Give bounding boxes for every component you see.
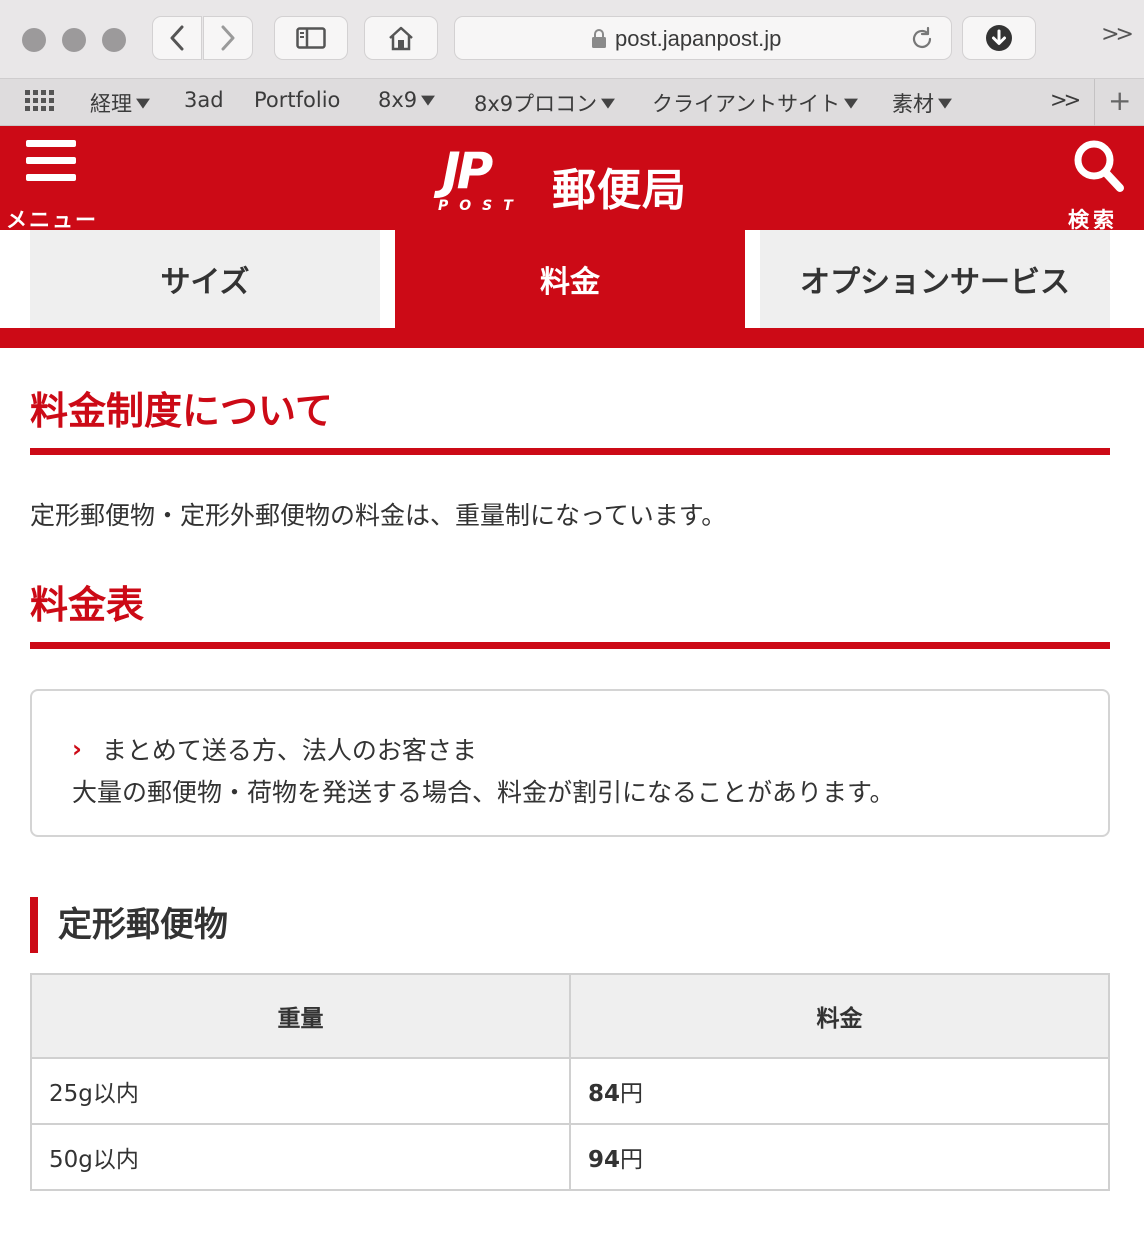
jp-post-logo: JP POST (438, 142, 530, 214)
bookmark-portfolio[interactable]: Portfolio (254, 88, 340, 112)
category-tabs: サイズ 料金 オプションサービス (0, 230, 1144, 348)
bulk-discount-text: 大量の郵便物・荷物を発送する場合、料金が割引になることがあります。 (72, 778, 895, 807)
bookmark-3ad[interactable]: 3ad (184, 88, 224, 112)
url-text: post.japanpost.jp (615, 26, 782, 51)
hamburger-icon (26, 140, 76, 147)
zoom-window-button[interactable] (102, 28, 126, 52)
sidebar-button[interactable] (274, 16, 348, 60)
toolbar-more-button[interactable]: >> (1101, 22, 1134, 47)
price-unit: 円 (620, 1147, 644, 1173)
chevron-down-icon: ▼ (938, 95, 952, 111)
forward-button[interactable] (203, 16, 253, 60)
tab-option-services[interactable]: オプションサービス (760, 230, 1110, 328)
chevron-down-icon: ▼ (136, 95, 150, 111)
bookmarks-bar: 経理 ▼ 3ad Portfolio 8x9 ▼ 8x9プロコン ▼ クライアントサイ… (0, 78, 1144, 127)
bookmark-client-sites[interactable]: クライアントサイト ▼ (652, 88, 859, 118)
price-cell: 94円 (569, 1123, 1110, 1191)
price-column-header: 料金 (569, 973, 1110, 1059)
divider (1094, 79, 1095, 127)
chevron-right-icon: › (72, 735, 82, 763)
reload-icon[interactable] (909, 26, 935, 52)
weight-cell: 50g以内 (30, 1123, 571, 1191)
table-header-row: 重量 料金 (30, 973, 1110, 1059)
download-icon (986, 25, 1012, 51)
chevron-down-icon: ▼ (421, 92, 436, 108)
home-button[interactable] (364, 16, 438, 60)
section-title-pricing-system: 料金制度について (30, 380, 1110, 455)
bookmark-sozai[interactable]: 素材 ▼ (892, 88, 952, 118)
section-title-price-table: 料金表 (30, 574, 1110, 649)
logo-sub-text: POST (438, 198, 524, 214)
lock-icon (592, 29, 606, 48)
address-bar[interactable]: post.japanpost.jp (454, 16, 952, 60)
bookmarks-more-button[interactable]: >> (1050, 88, 1081, 112)
subsection-title-standard-mail: 定形郵便物 (30, 897, 228, 953)
menu-button[interactable]: メニュー (6, 138, 102, 232)
search-button[interactable]: 検索 (1068, 138, 1130, 232)
bulk-customers-link[interactable]: › まとめて送る方、法人のお客さま (72, 731, 477, 767)
pricing-system-text: 定形郵便物・定形外郵便物の料金は、重量制になっています。 (30, 501, 727, 530)
tabs-underline (0, 328, 1144, 348)
site-header: メニュー JP POST 郵便局 検索 (0, 126, 1144, 232)
home-icon (389, 26, 413, 51)
bookmark-keiri[interactable]: 経理 ▼ (90, 88, 150, 118)
chevron-left-icon (170, 25, 184, 51)
price-value: 84 (588, 1081, 621, 1107)
hamburger-icon-bar (26, 157, 76, 164)
bulk-discount-notice: › まとめて送る方、法人のお客さま 大量の郵便物・荷物を発送する場合、料金が割引… (30, 689, 1110, 837)
chevron-right-icon (221, 25, 235, 51)
site-name: 郵便局 (552, 165, 687, 216)
bulk-customers-link-text: まとめて送る方、法人のお客さま (101, 736, 477, 765)
browser-toolbar: post.japanpost.jp >> (0, 0, 1144, 78)
table-row: 50g以内 94円 (30, 1123, 1110, 1191)
weight-column-header: 重量 (30, 973, 571, 1059)
new-tab-button[interactable]: + (1108, 84, 1131, 117)
site-logo[interactable]: JP POST 郵便局 (438, 146, 687, 218)
chevron-down-icon: ▼ (844, 95, 859, 111)
close-window-button[interactable] (22, 28, 46, 52)
tab-price[interactable]: 料金 (395, 230, 745, 328)
price-unit: 円 (620, 1081, 644, 1107)
search-icon (1074, 140, 1124, 192)
minimize-window-button[interactable] (62, 28, 86, 52)
sidebar-icon (296, 27, 326, 49)
bookmark-8x9-procon[interactable]: 8x9プロコン ▼ (474, 88, 616, 118)
table-row: 25g以内 84円 (30, 1057, 1110, 1125)
hamburger-icon-bar (26, 174, 76, 181)
chevron-down-icon: ▼ (601, 95, 616, 111)
bookmark-8x9[interactable]: 8x9 ▼ (378, 88, 436, 112)
weight-cell: 25g以内 (30, 1057, 571, 1125)
back-button[interactable] (152, 16, 202, 60)
logo-mark-text: JP (442, 142, 493, 200)
price-cell: 84円 (569, 1057, 1110, 1125)
tab-size[interactable]: サイズ (30, 230, 380, 328)
price-value: 94 (588, 1147, 621, 1173)
downloads-button[interactable] (962, 16, 1036, 60)
standard-mail-rate-table: 重量 料金 25g以内 84円 50g以内 94円 (30, 973, 1110, 1191)
grid-icon[interactable] (24, 89, 56, 113)
